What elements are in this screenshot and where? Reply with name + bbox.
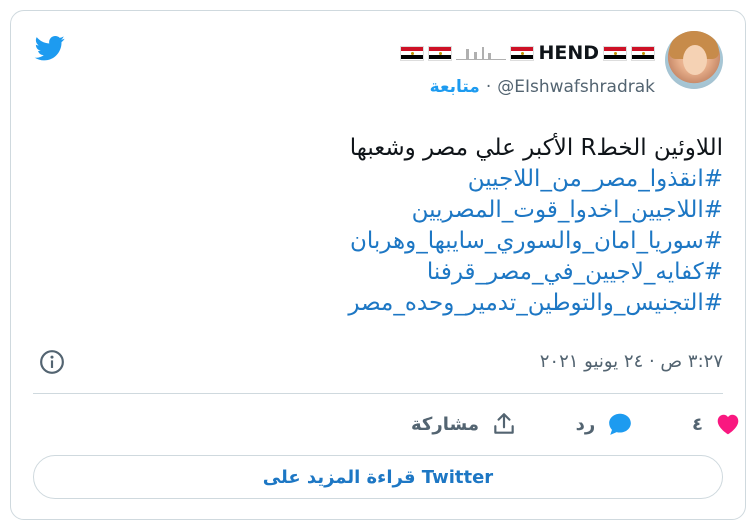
tweet-card: HEND متابعة · @EIshwafshradrak اللاوئين … — [10, 10, 746, 520]
share-button[interactable]: مشاركة — [411, 411, 517, 437]
speech-bubble-icon — [609, 413, 632, 435]
like-count: ٤ — [691, 413, 703, 435]
reply-button[interactable]: رد — [576, 411, 634, 437]
follow-link[interactable]: متابعة — [430, 77, 480, 97]
info-icon[interactable] — [39, 349, 65, 375]
hashtag-link[interactable]: #سوريا_امان_والسوري_سايبها_وهربان — [43, 226, 723, 257]
display-name[interactable]: HEND — [400, 41, 655, 65]
read-more-button[interactable]: قراءة المزيد على Twitter — [33, 455, 723, 499]
reply-label: رد — [575, 413, 596, 435]
share-upload-icon — [494, 413, 514, 434]
hashtag-link[interactable]: #انقذوا_مصر_من_اللاجيين — [43, 164, 723, 195]
like-button[interactable]: ٤ — [692, 411, 741, 437]
handle-row: متابعة · @EIshwafshradrak — [430, 75, 655, 99]
tweet-line: اللاوئين الخطR الأكبر علي مصر وشعبها — [349, 135, 723, 161]
hashtag-link[interactable]: #اللاجيين_اخدوا_قوت_المصريين — [43, 195, 723, 226]
hashtag-link[interactable]: #التجنيس_والتوطين_تدمير_وحده_مصر — [43, 288, 723, 319]
action-bar: مشاركة رد ٤ — [411, 409, 741, 439]
author-handle[interactable]: @EIshwafshradrak — [497, 77, 655, 97]
twitter-bird-icon[interactable] — [33, 33, 67, 63]
author-name: HEND — [538, 42, 599, 64]
egypt-flag-icon — [631, 45, 655, 61]
avatar[interactable] — [665, 31, 723, 89]
tweet-text: اللاوئين الخطR الأكبر علي مصر وشعبها #ان… — [43, 133, 723, 319]
hashtag-link[interactable]: #كفايه_لاجيين_في_مصر_قرفنا — [43, 257, 723, 288]
separator-dot: · — [485, 77, 492, 97]
skyline-icon — [456, 46, 507, 61]
tweet-timestamp[interactable]: ٣:٢٧ ص · ٢٤ يونيو ٢٠٢١ — [540, 351, 723, 372]
heart-icon — [717, 414, 739, 435]
egypt-flag-icon — [428, 45, 453, 61]
divider — [33, 393, 723, 394]
egypt-flag-icon — [603, 45, 627, 61]
egypt-flag-icon — [510, 45, 535, 61]
avatar-face — [683, 45, 707, 75]
egypt-flag-icon — [400, 45, 425, 61]
share-label: مشاركة — [411, 413, 479, 435]
